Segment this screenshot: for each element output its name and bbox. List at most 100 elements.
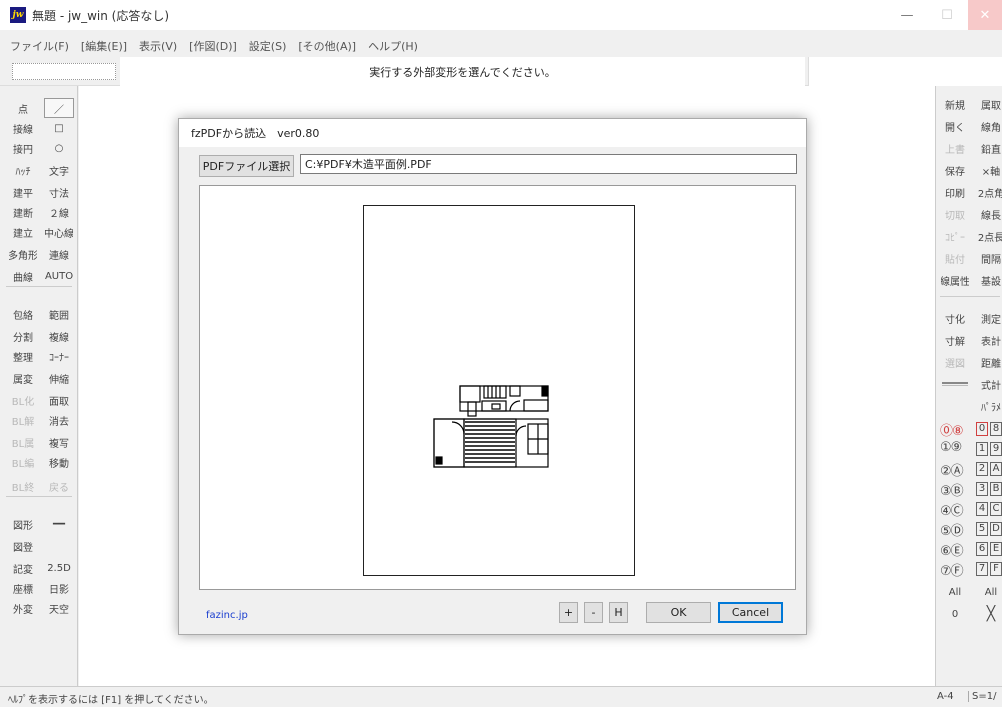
right-tool-7[interactable]: ×軸: [976, 160, 1002, 180]
pdf-path-input[interactable]: [300, 154, 797, 174]
command-input-box[interactable]: [12, 63, 116, 80]
layer-button-3[interactable]: 3B: [976, 482, 1002, 496]
right-tool-8[interactable]: 印刷: [940, 182, 970, 202]
left-tool-16[interactable]: 曲線: [8, 266, 38, 286]
right-tool-2[interactable]: 開く: [940, 116, 970, 136]
left-tool-34[interactable]: BL終: [8, 476, 38, 496]
layer-x-button[interactable]: ╳: [976, 604, 1002, 624]
right-tool-21[interactable]: 表計: [976, 330, 1002, 350]
right-tool-5[interactable]: 鉛直: [976, 138, 1002, 158]
left-tool-3[interactable]: □: [44, 118, 74, 138]
left-tool-26[interactable]: BL化: [8, 390, 38, 410]
right-tool-27[interactable]: ﾊﾟﾗﾒ: [976, 396, 1002, 416]
right-tool-9[interactable]: 2点角: [976, 182, 1002, 202]
left-tool-2[interactable]: 接線: [8, 118, 38, 138]
line-style-indicator[interactable]: [942, 382, 968, 386]
layer-button-0[interactable]: 08: [976, 422, 1002, 436]
right-tool-18[interactable]: 寸化: [940, 308, 970, 328]
left-tool-10[interactable]: 建断: [8, 202, 38, 222]
layer-button-6[interactable]: 6E: [976, 542, 1002, 556]
left-tool-12[interactable]: 建立: [8, 222, 38, 242]
left-tool-18[interactable]: 包絡: [8, 304, 38, 324]
left-tool-5[interactable]: ○: [44, 138, 74, 158]
maximize-button[interactable]: ☐: [930, 0, 964, 30]
layer-group-button-3[interactable]: ③Ⓑ: [940, 480, 964, 499]
status-scale[interactable]: S=1/: [968, 691, 996, 702]
layer-group-button-5[interactable]: ⑤Ⓓ: [940, 520, 964, 539]
left-tool-21[interactable]: 複線: [44, 326, 74, 346]
right-tool-11[interactable]: 線長: [976, 204, 1002, 224]
left-tool-30[interactable]: BL属: [8, 432, 38, 452]
left-tool-37[interactable]: ━━: [44, 514, 74, 534]
menu-settings[interactable]: 設定(S): [249, 38, 287, 54]
left-tool-36[interactable]: 図形: [8, 514, 38, 534]
left-tool-11[interactable]: ２線: [44, 202, 74, 222]
left-tool-20[interactable]: 分割: [8, 326, 38, 346]
menu-help[interactable]: ヘルプ(H): [368, 38, 418, 54]
left-tool-23[interactable]: ｺｰﾅｰ: [44, 346, 74, 366]
home-view-button[interactable]: H: [609, 602, 628, 623]
right-tool-10[interactable]: 切取: [940, 204, 970, 224]
layer-button-4[interactable]: 4C: [976, 502, 1002, 516]
left-tool-1[interactable]: ／: [44, 98, 74, 118]
zoom-out-button[interactable]: -: [584, 602, 603, 623]
left-tool-24[interactable]: 属変: [8, 368, 38, 388]
left-tool-38[interactable]: 図登: [8, 536, 38, 556]
right-tool-22[interactable]: 選図: [940, 352, 970, 372]
left-tool-44[interactable]: 外変: [8, 598, 38, 618]
left-tool-40[interactable]: 記変: [8, 558, 38, 578]
left-tool-35[interactable]: 戻る: [44, 476, 74, 496]
left-tool-13[interactable]: 中心線: [44, 222, 74, 242]
left-tool-15[interactable]: 連線: [44, 244, 74, 264]
right-tool-20[interactable]: 寸解: [940, 330, 970, 350]
left-tool-45[interactable]: 天空: [44, 598, 74, 618]
left-tool-7[interactable]: 文字: [44, 160, 74, 180]
left-tool-31[interactable]: 複写: [44, 432, 74, 452]
ok-button[interactable]: OK: [646, 602, 711, 623]
layer-group-button-4[interactable]: ④Ⓒ: [940, 500, 964, 519]
right-tool-13[interactable]: 2点長: [976, 226, 1002, 246]
layer-group-button-1[interactable]: ①⑨: [940, 440, 962, 455]
fazinc-link[interactable]: fazinc.jp: [206, 610, 248, 621]
left-tool-32[interactable]: BL編: [8, 452, 38, 472]
right-tool-23[interactable]: 距離: [976, 352, 1002, 372]
left-tool-33[interactable]: 移動: [44, 452, 74, 472]
right-tool-25[interactable]: 式計: [976, 374, 1002, 394]
right-tool-0[interactable]: 新規: [940, 94, 970, 114]
left-tool-9[interactable]: 寸法: [44, 182, 74, 202]
layer-group-button-0[interactable]: ⓪⑧: [940, 420, 964, 439]
left-tool-14[interactable]: 多角形: [8, 244, 38, 264]
right-tool-17[interactable]: 基設: [976, 270, 1002, 290]
right-tool-15[interactable]: 間隔: [976, 248, 1002, 268]
left-tool-43[interactable]: 日影: [44, 578, 74, 598]
right-tool-12[interactable]: ｺﾋﾟｰ: [940, 226, 970, 246]
right-tool-16[interactable]: 線属性: [940, 270, 970, 290]
right-tool-6[interactable]: 保存: [940, 160, 970, 180]
zoom-in-button[interactable]: +: [559, 602, 578, 623]
left-tool-42[interactable]: 座標: [8, 578, 38, 598]
left-tool-19[interactable]: 範囲: [44, 304, 74, 324]
layer-button-5[interactable]: 5D: [976, 522, 1002, 536]
layer-group-button-6[interactable]: ⑥Ⓔ: [940, 540, 964, 559]
left-tool-29[interactable]: 消去: [44, 410, 74, 430]
minimize-button[interactable]: —: [890, 0, 924, 30]
left-tool-8[interactable]: 建平: [8, 182, 38, 202]
right-tool-14[interactable]: 貼付: [940, 248, 970, 268]
left-tool-17[interactable]: AUTO: [44, 266, 74, 286]
left-tool-4[interactable]: 接円: [8, 138, 38, 158]
layer-zero-button[interactable]: 0: [940, 604, 970, 624]
left-tool-27[interactable]: 面取: [44, 390, 74, 410]
right-tool-3[interactable]: 線角: [976, 116, 1002, 136]
right-tool-19[interactable]: 測定: [976, 308, 1002, 328]
left-tool-28[interactable]: BL解: [8, 410, 38, 430]
left-tool-22[interactable]: 整理: [8, 346, 38, 366]
menu-other[interactable]: [その他(A)]: [298, 38, 356, 54]
menu-draw[interactable]: [作図(D)]: [189, 38, 237, 54]
menu-edit[interactable]: [編集(E)]: [81, 38, 127, 54]
layer-all-button[interactable]: All: [976, 582, 1002, 602]
right-tool-1[interactable]: 属取: [976, 94, 1002, 114]
left-tool-6[interactable]: ﾊｯﾁ: [8, 160, 38, 180]
menu-file[interactable]: ファイル(F): [10, 38, 69, 54]
layer-group-button-2[interactable]: ②Ⓐ: [940, 460, 964, 479]
status-paper-size[interactable]: A-4: [937, 691, 954, 702]
